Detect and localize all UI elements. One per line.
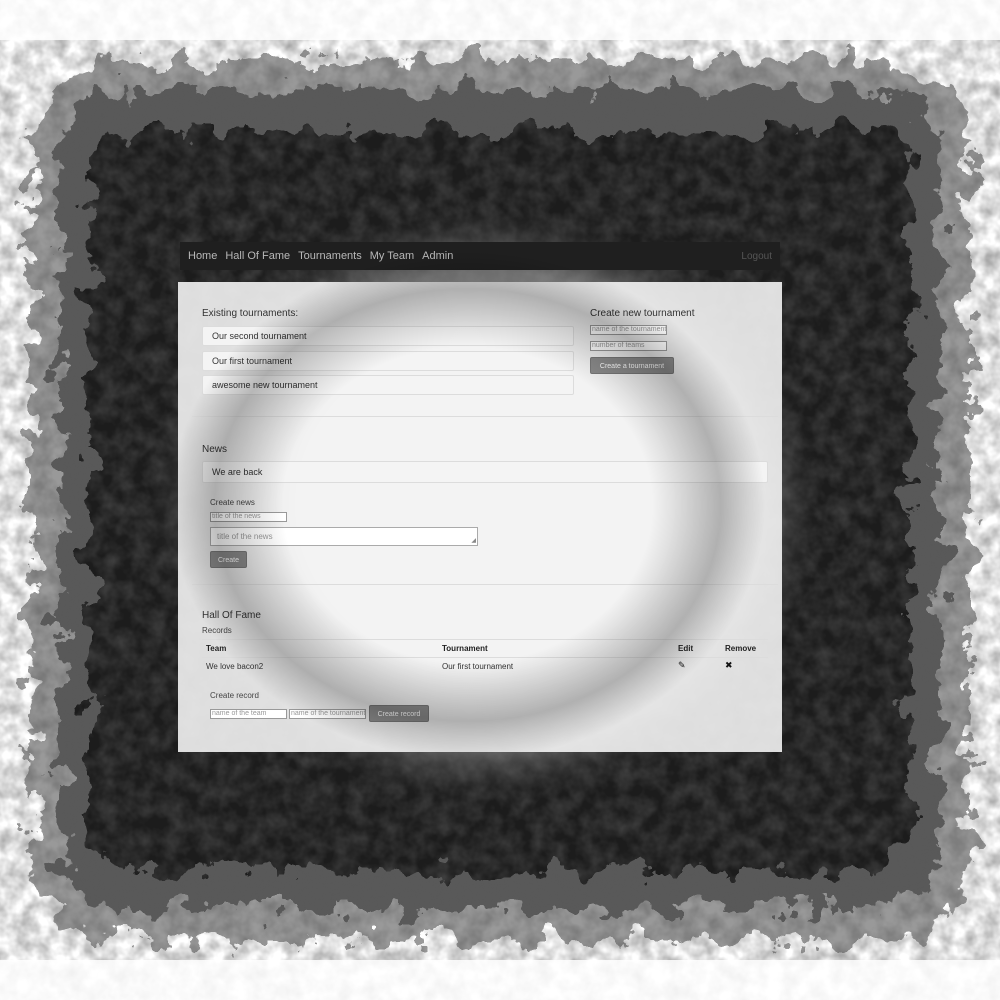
column-header-edit: Edit [678,644,694,653]
create-tournament-heading: Create new tournament [590,308,695,319]
hall-of-fame-heading: Hall Of Fame [202,610,261,621]
nav-home-link[interactable]: Home [188,250,217,262]
column-header-tournament: Tournament [442,644,488,653]
column-header-remove: Remove [725,644,757,653]
create-news-label: Create news [210,498,255,507]
section-divider [192,416,778,417]
table-header-divider [202,657,768,658]
record-tournament-input[interactable]: name of the tournament [289,709,366,719]
create-record-button[interactable]: Create record [369,705,429,722]
row-tournament-cell: Our first tournament [442,662,514,671]
news-title-input[interactable]: title of the news [210,512,287,522]
record-team-input[interactable]: name of the team [210,709,287,719]
table-top-border [202,639,768,640]
nav-tournaments-link[interactable]: Tournaments [298,250,362,262]
row-team-cell: We love bacon2 [206,662,264,671]
news-body-textarea[interactable]: title of the news ◢ [210,527,478,546]
column-header-team: Team [206,644,227,653]
nav-admin-link[interactable]: Admin [422,250,453,262]
create-tournament-button[interactable]: Create a tournament [590,357,674,374]
nav-my-team-link[interactable]: My Team [370,250,414,262]
top-navbar: Home Hall Of Fame Tournaments My Team Ad… [180,242,780,270]
tournament-name-input[interactable]: name of the tournament [590,325,667,335]
create-news-button[interactable]: Create [210,551,247,568]
records-subheading: Records [202,626,232,635]
news-body-placeholder: title of the news [217,532,273,541]
tournament-list-item[interactable]: Our second tournament [202,326,574,346]
news-list-item[interactable]: We are back [202,461,768,483]
number-of-teams-input[interactable]: number of teams [590,341,667,351]
tournament-list-item[interactable]: awesome new tournament [202,375,574,395]
resize-handle-icon[interactable]: ◢ [471,538,476,544]
create-record-label: Create record [210,691,259,700]
news-heading: News [202,444,228,455]
grunge-frame-decoration [0,0,1000,1000]
logout-link[interactable]: Logout [741,251,772,262]
nav-hall-of-fame-link[interactable]: Hall Of Fame [225,250,290,262]
close-icon[interactable]: ✖ [725,660,733,671]
tournament-list-item[interactable]: Our first tournament [202,351,574,371]
section-divider [192,584,778,585]
pencil-icon[interactable]: ✎ [678,660,686,671]
existing-tournaments-heading: Existing tournaments: [202,308,299,319]
grunge-frame-screenshot: Home Hall Of Fame Tournaments My Team Ad… [0,0,1000,1000]
